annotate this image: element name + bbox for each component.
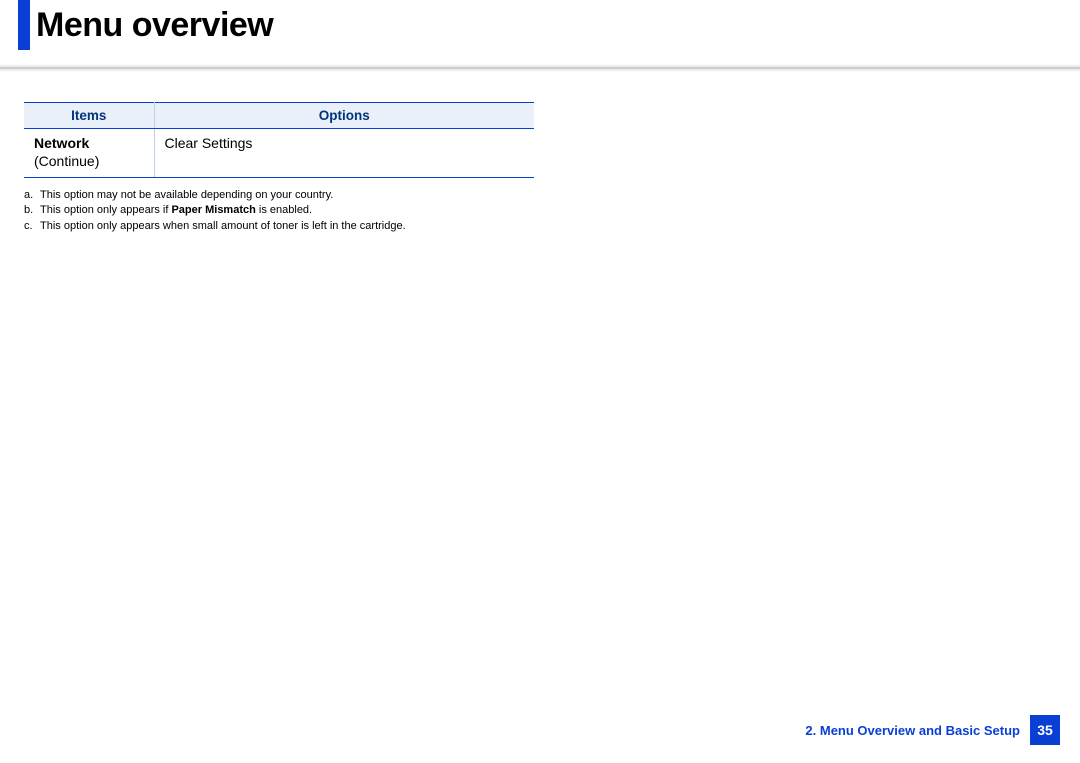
footnote-b-strong: Paper Mismatch — [171, 204, 255, 216]
item-continue: (Continue) — [34, 153, 144, 169]
col-header-options: Options — [154, 103, 534, 129]
footnote-b-text: This option only appears if Paper Mismat… — [40, 203, 312, 218]
footnote-a-text: This option may not be available dependi… — [40, 188, 333, 203]
page-title: Menu overview — [20, 0, 1080, 50]
footer-page-number: 35 — [1030, 715, 1060, 745]
footnote-c-text: This option only appears when small amou… — [40, 219, 406, 234]
footnote-b-prefix: This option only appears if — [40, 204, 171, 216]
footnote-c: c. This option only appears when small a… — [24, 219, 584, 234]
cell-item: Network (Continue) — [24, 129, 154, 178]
footnote-a: a. This option may not be available depe… — [24, 188, 584, 203]
footnote-b-marker: b. — [24, 203, 40, 218]
page-footer: 2. Menu Overview and Basic Setup 35 — [805, 715, 1060, 745]
document-page: Menu overview Items Options Network (Con… — [0, 0, 1080, 763]
footnote-a-marker: a. — [24, 188, 40, 203]
table-header-row: Items Options — [24, 103, 534, 129]
header-shadow — [0, 64, 1080, 72]
footer-section: 2. Menu Overview and Basic Setup — [805, 723, 1020, 738]
item-name: Network — [34, 135, 144, 151]
page-header: Menu overview — [0, 0, 1080, 62]
cell-option: Clear Settings — [154, 129, 534, 178]
table-row: Network (Continue) Clear Settings — [24, 129, 534, 178]
col-header-items: Items — [24, 103, 154, 129]
footnotes: a. This option may not be available depe… — [24, 188, 584, 234]
header-accent-bar — [18, 0, 30, 50]
footnote-c-marker: c. — [24, 219, 40, 234]
footnote-b-suffix: is enabled. — [256, 204, 312, 216]
page-content: Items Options Network (Continue) Clear S… — [0, 72, 1080, 234]
footnote-b: b. This option only appears if Paper Mis… — [24, 203, 584, 218]
menu-table: Items Options Network (Continue) Clear S… — [24, 102, 534, 178]
